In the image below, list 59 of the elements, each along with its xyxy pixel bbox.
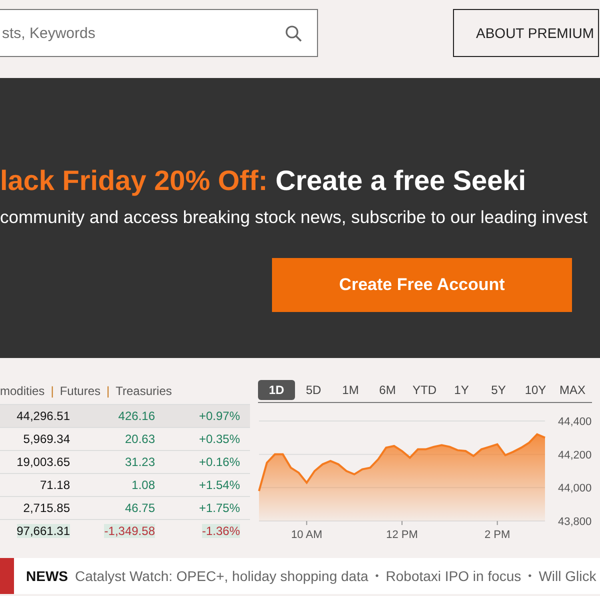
period-tab[interactable]: 5Y (480, 380, 517, 400)
table-cell: +1.75% (198, 501, 240, 515)
period-tab[interactable]: 1M (332, 380, 369, 400)
market-tab[interactable]: modities (0, 382, 45, 404)
axis-label: 12 PM (386, 529, 418, 541)
table-row[interactable]: 71.18 1.08 +1.54% (0, 473, 250, 496)
period-tab[interactable]: MAX (554, 380, 591, 400)
table-row[interactable]: 2,715.85 46.75 +1.75% (0, 496, 250, 519)
news-link[interactable]: Will Glick (538, 566, 596, 586)
separator: | (106, 383, 110, 400)
news-label: NEWS (26, 566, 68, 586)
table-cell: -1.36% (202, 524, 240, 538)
market-tab[interactable]: Futures (60, 382, 100, 404)
table-cell: 20.63 (124, 432, 155, 446)
table-cell: 1.08 (132, 478, 155, 492)
table-row[interactable]: 44,296.51 426.16 +0.97% (0, 404, 250, 427)
table-cell: 2,715.85 (23, 501, 70, 515)
banner-subtext: community and access breaking stock news, subscribe to our leading invest (0, 206, 589, 229)
tick-mark (496, 520, 498, 526)
tick-mark (306, 520, 308, 526)
table-cell: -1,349.58 (104, 524, 155, 538)
table-cell: 71.18 (40, 478, 70, 492)
axis-label: 43,800 (558, 516, 592, 528)
search-field[interactable]: sts, Keywords (0, 9, 318, 57)
search-icon[interactable] (285, 25, 302, 42)
period-tab[interactable]: 5D (295, 380, 332, 400)
table-cell: 426.16 (118, 409, 155, 423)
market-tab[interactable]: Treasuries (116, 382, 172, 404)
table-cell: +0.35% (198, 432, 240, 446)
axis-label: 44,200 (558, 449, 592, 462)
axis-label: 10 AM (291, 529, 322, 541)
table-cell: 5,969.34 (23, 432, 70, 446)
period-tab[interactable]: 10Y (517, 380, 554, 400)
table-cell: 46.75 (124, 501, 155, 515)
news-link[interactable]: Catalyst Watch: OPEC+, holiday shopping data (75, 566, 368, 586)
table-cell: 44,296.51 (16, 409, 70, 423)
table-cell: 31.23 (124, 455, 155, 469)
table-cell: +0.97% (198, 409, 240, 423)
axis-label: 44,400 (558, 416, 592, 428)
news-link[interactable]: Robotaxi IPO in focus (386, 566, 522, 586)
banner-headline: lack Friday 20% Off: Create a free Seeki (0, 164, 528, 198)
period-tab[interactable]: 1D (258, 380, 295, 400)
period-tab[interactable]: 6M (369, 380, 406, 400)
separator: • (375, 570, 379, 584)
table-cell: +0.16% (198, 455, 240, 469)
axis-label: 44,000 (558, 482, 592, 495)
period-tab[interactable]: 1Y (443, 380, 480, 400)
table-cell: +1.54% (198, 478, 240, 492)
table-row[interactable]: 97,661.31 -1,349.58 -1.36% (0, 519, 250, 542)
table-row[interactable]: 19,003.65 31.23 +0.16% (0, 450, 250, 473)
separator: | (50, 383, 54, 400)
table-row[interactable]: 5,969.34 20.63 +0.35% (0, 427, 250, 450)
table-cell: 97,661.31 (16, 524, 70, 538)
about-premium-button[interactable]: ABOUT PREMIUM (453, 9, 599, 57)
axis-label: 2 PM (484, 529, 510, 541)
table-cell: 19,003.65 (16, 455, 70, 469)
period-tab[interactable]: YTD (406, 380, 443, 400)
separator: • (528, 570, 532, 584)
news-marker (0, 558, 14, 594)
